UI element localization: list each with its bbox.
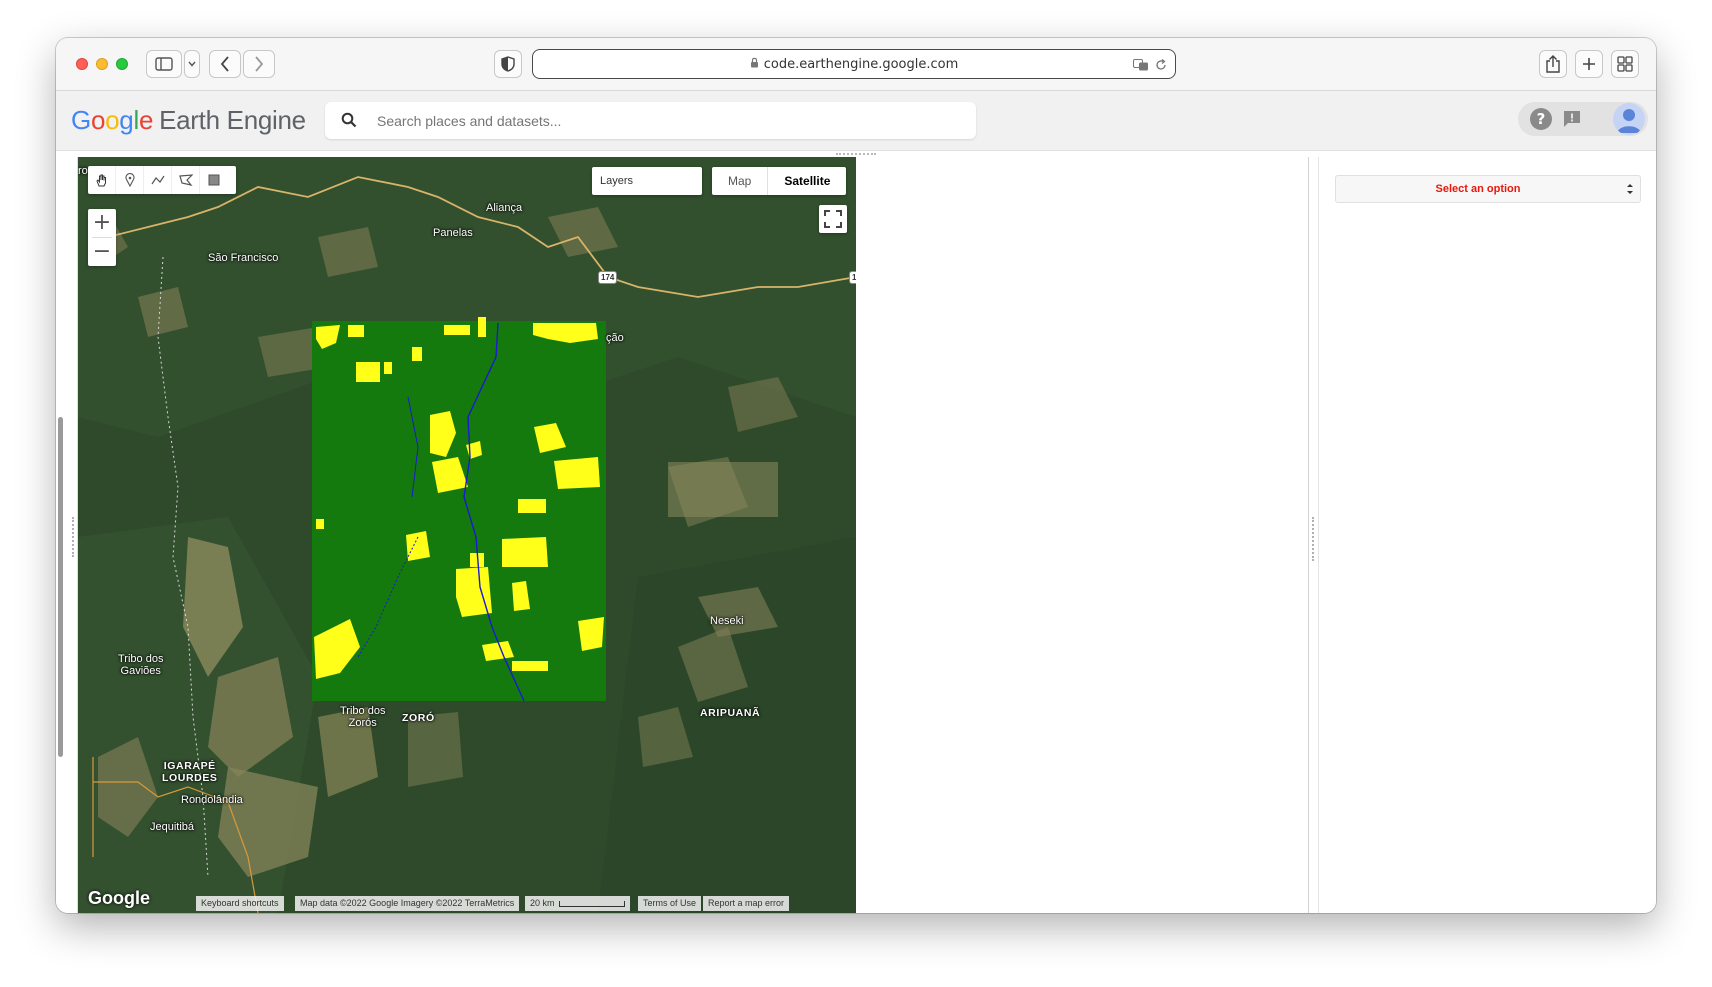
minimize-window-button[interactable] — [96, 58, 108, 70]
grid-icon — [1617, 56, 1633, 72]
place-label: Tribo dos Gaviões — [118, 653, 164, 677]
address-url: code.earthengine.google.com — [533, 57, 1175, 72]
road-shield: 174 — [598, 271, 618, 284]
share-icon — [1546, 55, 1560, 73]
sidebar-icon — [155, 57, 173, 71]
account-avatar[interactable] — [1613, 103, 1645, 135]
zoom-control: + − — [88, 209, 116, 266]
search-icon — [341, 112, 357, 133]
region-label: IGARAPÉ LOURDES — [162, 760, 218, 784]
region-label: ARIPUANÃ — [700, 707, 761, 719]
search-input[interactable] — [377, 102, 957, 139]
place-label: ro — [78, 165, 88, 177]
shield-icon — [501, 56, 515, 72]
place-label: Tribo dos Zorós — [340, 705, 386, 729]
fullscreen-button[interactable] — [819, 205, 847, 233]
translate-icon[interactable] — [1133, 58, 1149, 76]
sidebar-toggle-button[interactable] — [146, 50, 182, 78]
address-bar[interactable]: code.earthengine.google.com — [532, 49, 1176, 79]
editor-scrollbar[interactable] — [58, 417, 63, 757]
header-actions: ? — [1518, 102, 1648, 136]
marker-icon[interactable] — [116, 166, 144, 194]
report-map-error-link[interactable]: Report a map error — [703, 896, 790, 911]
fullscreen-icon — [824, 210, 842, 228]
feedback-icon[interactable] — [1562, 109, 1582, 134]
pan-hand-icon[interactable] — [88, 166, 116, 194]
polygon-icon[interactable] — [172, 166, 200, 194]
scale-bar[interactable]: 20 km — [525, 896, 630, 911]
keyboard-shortcuts-link[interactable]: Keyboard shortcuts — [196, 896, 284, 911]
terms-of-use-link[interactable]: Terms of Use — [638, 896, 702, 911]
close-window-button[interactable] — [76, 58, 88, 70]
map-type-control: Map Satellite — [712, 167, 847, 195]
select-value: Select an option — [1435, 183, 1521, 195]
reload-icon[interactable] — [1155, 58, 1167, 76]
browser-toolbar: code.earthengine.google.com — [56, 38, 1656, 91]
map-type-satellite-button[interactable]: Satellite — [767, 167, 846, 195]
select-arrows-icon — [1626, 182, 1634, 201]
line-icon[interactable] — [144, 166, 172, 194]
zoom-in-button[interactable]: + — [88, 209, 116, 237]
sidebar-menu-button[interactable] — [184, 50, 200, 78]
console-panel — [856, 157, 1309, 913]
earth-engine-logo[interactable]: Google Earth Engine — [71, 105, 306, 136]
search-box[interactable] — [325, 102, 976, 139]
map-panel[interactable]: Aliança Panelas São Francisco ção 174 1 … — [78, 157, 856, 913]
road-shield: 1 — [849, 271, 856, 284]
splitter-grip[interactable] — [1312, 517, 1315, 561]
code-editor-edge — [56, 157, 78, 913]
forward-button[interactable] — [243, 50, 275, 78]
chevron-left-icon — [220, 56, 229, 72]
chevron-right-icon — [255, 56, 264, 72]
place-label: ção — [606, 332, 624, 344]
share-button[interactable] — [1539, 50, 1567, 78]
new-tab-button[interactable] — [1575, 50, 1603, 78]
app-header: GoogleEarth Engine ? — [56, 91, 1656, 151]
tab-overview-button[interactable] — [1611, 50, 1639, 78]
map-data-attribution: Map data ©2022 Google Imagery ©2022 Terr… — [295, 896, 520, 911]
place-label: Panelas — [433, 227, 473, 239]
chevron-down-icon — [188, 61, 196, 67]
help-icon[interactable]: ? — [1530, 108, 1552, 130]
back-button[interactable] — [209, 50, 241, 78]
place-label: Aliança — [486, 202, 523, 214]
region-label: ZORÓ — [402, 712, 435, 724]
rectangle-icon[interactable] — [200, 166, 228, 194]
plus-icon — [1583, 58, 1595, 70]
editor-splitter-grip[interactable] — [72, 517, 75, 557]
lock-icon — [750, 57, 759, 72]
google-map-logo: Google — [88, 888, 150, 908]
place-label: São Francisco — [208, 252, 279, 264]
place-label: Rondolândia — [181, 794, 243, 806]
place-label: Neseki — [710, 615, 744, 627]
option-select[interactable]: Select an option — [1335, 175, 1641, 203]
zoom-out-button[interactable]: − — [88, 238, 116, 266]
ui-panel: Select an option — [1319, 157, 1656, 913]
privacy-report-button[interactable] — [494, 50, 522, 78]
vertical-splitter[interactable] — [1309, 157, 1319, 913]
logo-product-name: Earth Engine — [159, 105, 306, 135]
place-label: Jequitibá — [150, 821, 195, 833]
map-type-map-button[interactable]: Map — [712, 167, 767, 195]
drawing-tools — [88, 166, 236, 194]
layers-button[interactable]: Layers — [592, 167, 702, 195]
zoom-window-button[interactable] — [116, 58, 128, 70]
browser-window: code.earthengine.google.com Google Earth … — [56, 38, 1656, 913]
